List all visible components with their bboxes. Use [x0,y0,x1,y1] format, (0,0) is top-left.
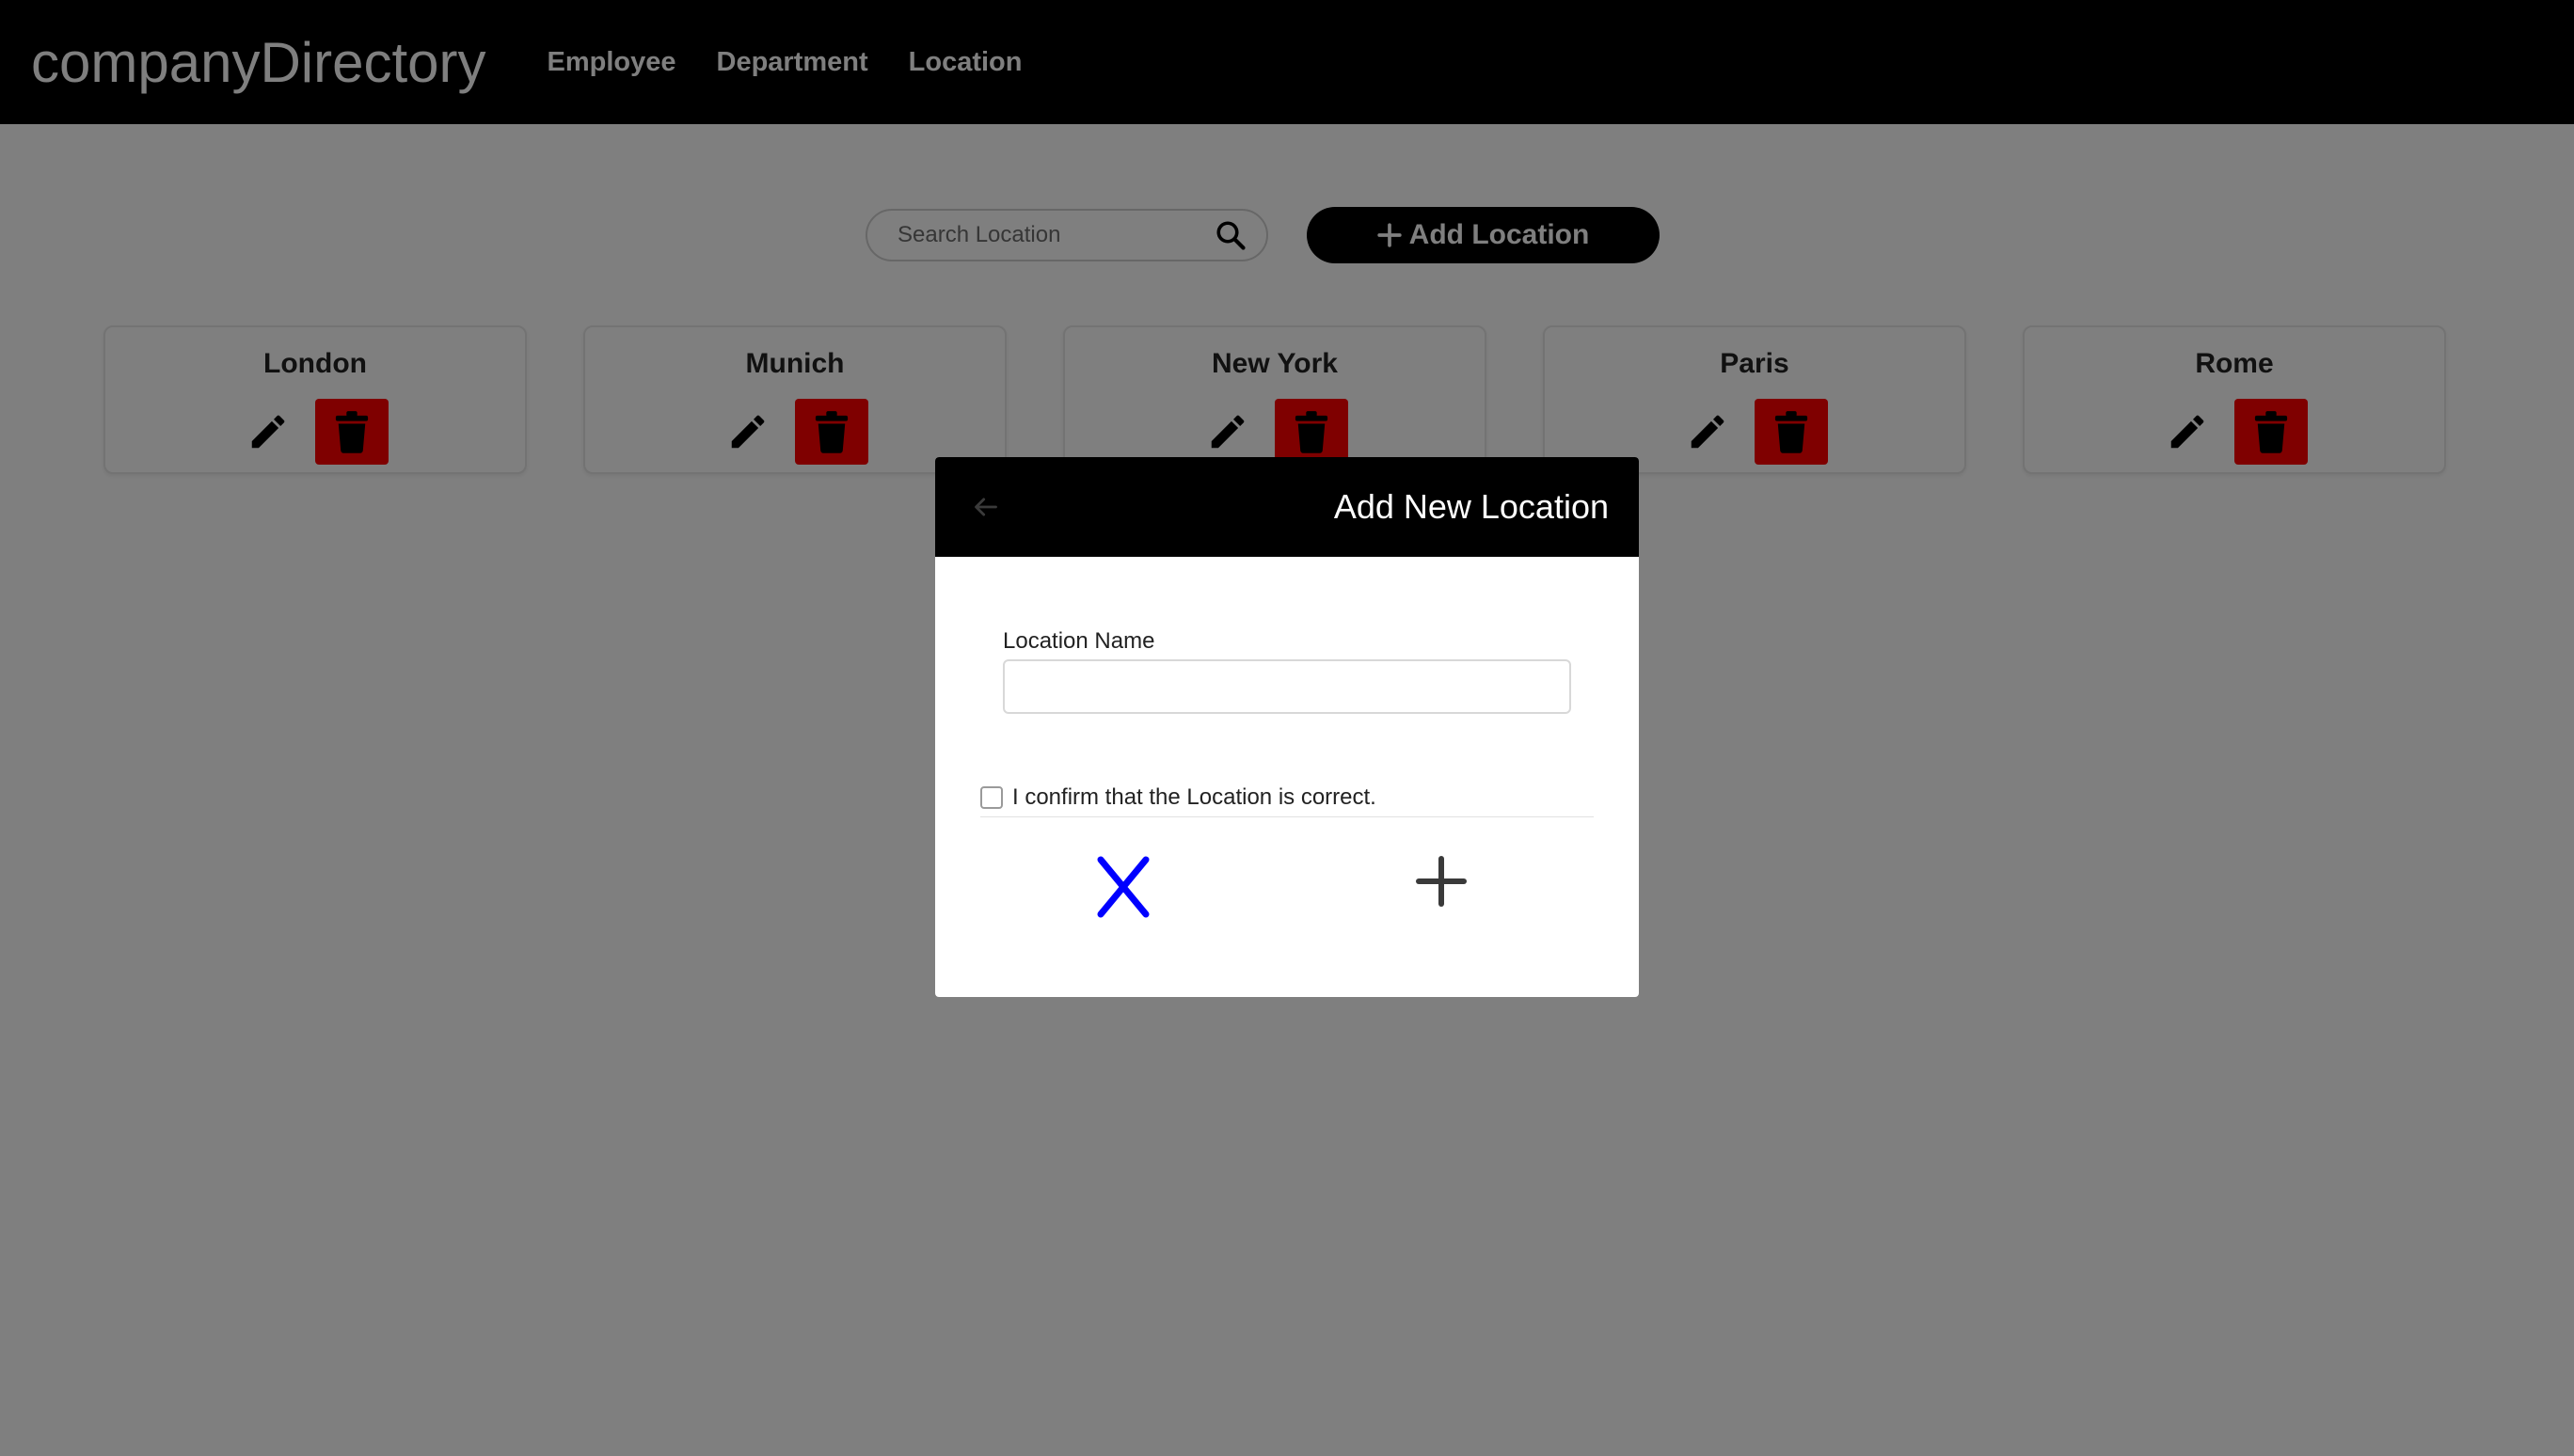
confirm-label[interactable]: I confirm that the Location is correct. [1012,784,1376,811]
arrow-left-icon[interactable] [973,494,999,520]
confirm-row: I confirm that the Location is correct. [980,784,1376,811]
plus-icon[interactable] [1415,855,1468,908]
confirm-checkbox[interactable] [980,786,1003,809]
modal-header: Add New Location [935,457,1639,557]
modal-divider [980,816,1594,817]
location-name-input[interactable] [1003,659,1571,714]
close-x-icon[interactable] [1095,854,1152,920]
add-location-modal: Add New Location Location Name I confirm… [935,457,1639,997]
page: companyDirectory Employee Department Loc… [0,0,2574,1456]
modal-title: Add New Location [1333,487,1609,526]
location-name-label: Location Name [1003,628,1155,654]
